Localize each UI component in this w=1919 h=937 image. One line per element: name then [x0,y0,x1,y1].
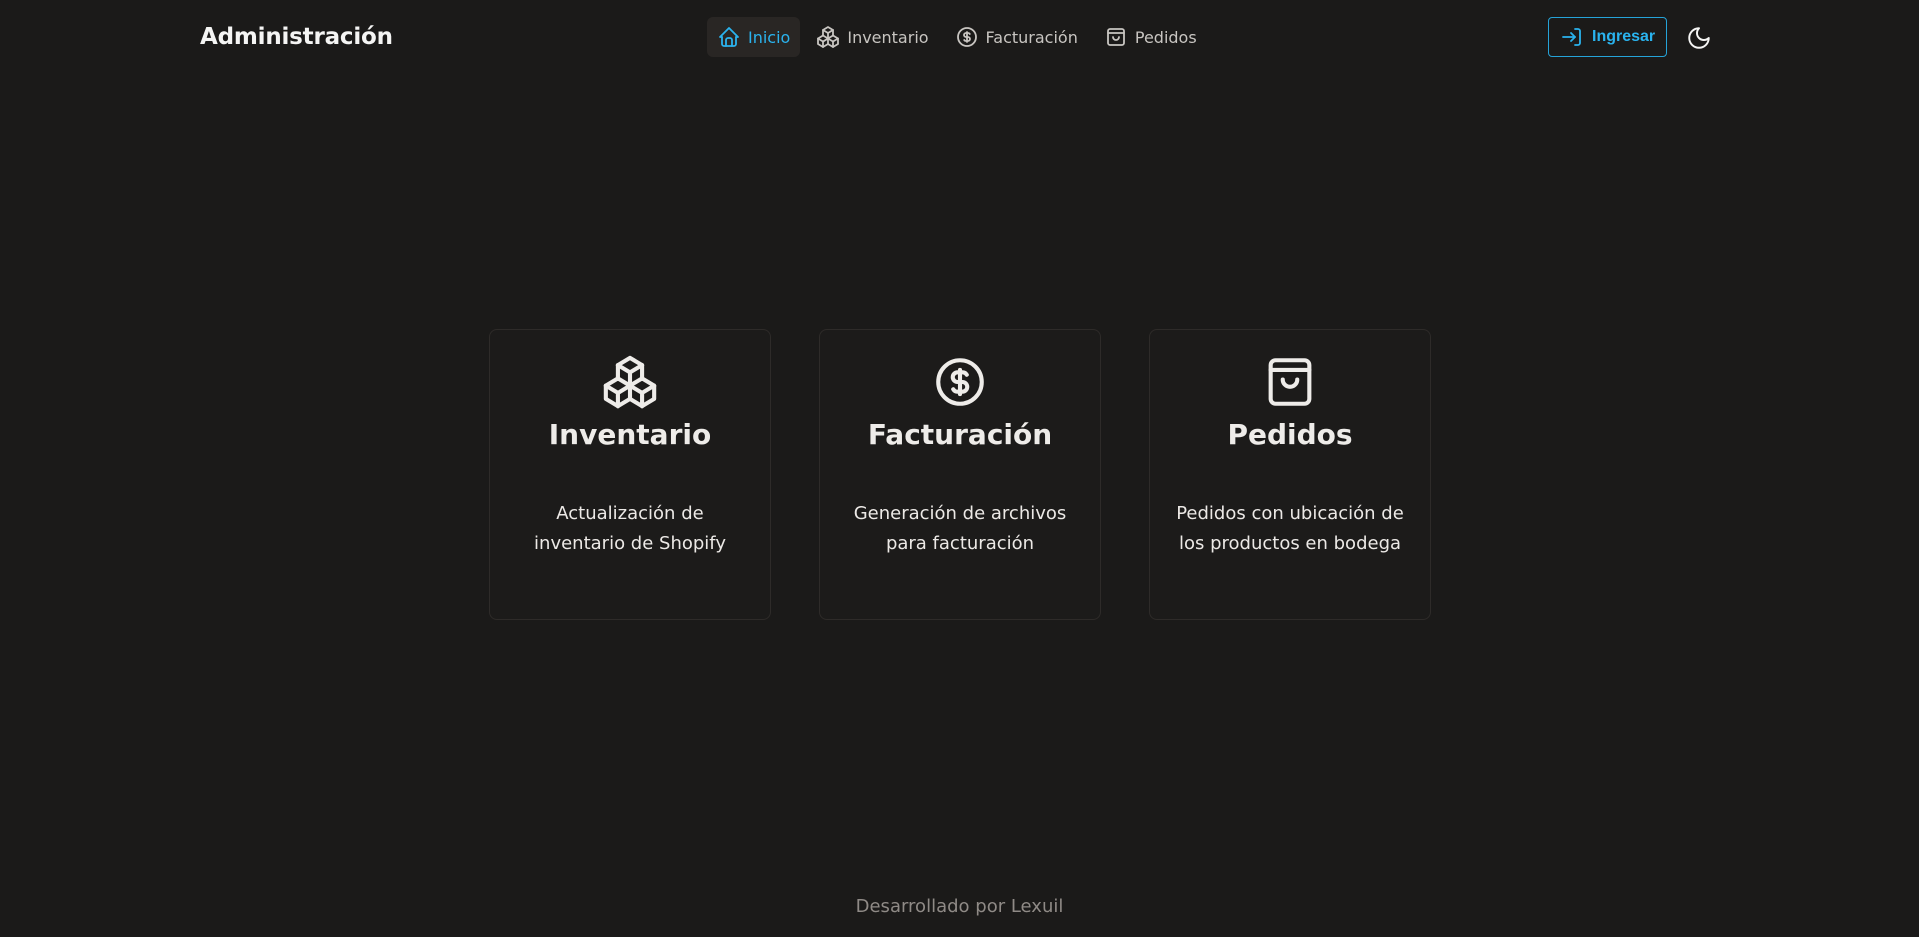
card-title: Inventario [548,418,712,451]
boxes-icon [603,355,657,409]
nav-item-label: Inicio [748,27,791,47]
nav-item-label: Inventario [847,27,929,47]
home-icon [719,27,739,47]
app-root: Administración Inicio Inventario Factura… [0,0,1919,937]
main-nav: Inicio Inventario Facturación Pedidos [707,17,1207,57]
top-navbar: Administración Inicio Inventario Factura… [0,0,1919,76]
nav-item-inventario[interactable]: Inventario [806,17,938,57]
dollar-circle-icon [936,358,984,406]
nav-item-label: Pedidos [1134,27,1197,47]
footer-credit: Desarrollado por Lexuil [855,896,1064,917]
card-description: Generación de archivos para facturación [853,503,1067,554]
nav-item-label: Facturación [985,27,1078,47]
login-button[interactable]: Ingresar [1548,17,1668,57]
nav-item-facturacion[interactable]: Facturación [945,17,1088,57]
card-description: Pedidos con ubicación de los productos e… [1176,503,1404,554]
card-title: Pedidos [1227,418,1353,451]
login-label: Ingresar [1592,28,1656,45]
boxes-icon [817,26,840,48]
card-title: Facturación [867,418,1053,451]
card-facturacion[interactable]: Facturación Generación de archivos para … [819,329,1101,620]
nav-item-inicio[interactable]: Inicio [707,17,801,57]
card-pedidos[interactable]: Pedidos Pedidos con ubicación de los pro… [1149,329,1431,620]
moon-icon [1688,27,1710,49]
shopping-bag-icon [1106,28,1125,46]
nav-item-pedidos[interactable]: Pedidos [1094,17,1207,57]
shopping-bag-icon [1268,358,1312,406]
login-icon [1562,28,1581,46]
card-description: Actualización de inventario de Shopify [534,503,726,554]
theme-toggle-button[interactable] [1686,25,1712,51]
card-inventario[interactable]: Inventario Actualización de inventario d… [489,329,771,620]
brand-title[interactable]: Administración [200,24,393,50]
dollar-circle-icon [956,27,977,47]
feature-cards: Inventario Actualización de inventario d… [489,329,1431,620]
